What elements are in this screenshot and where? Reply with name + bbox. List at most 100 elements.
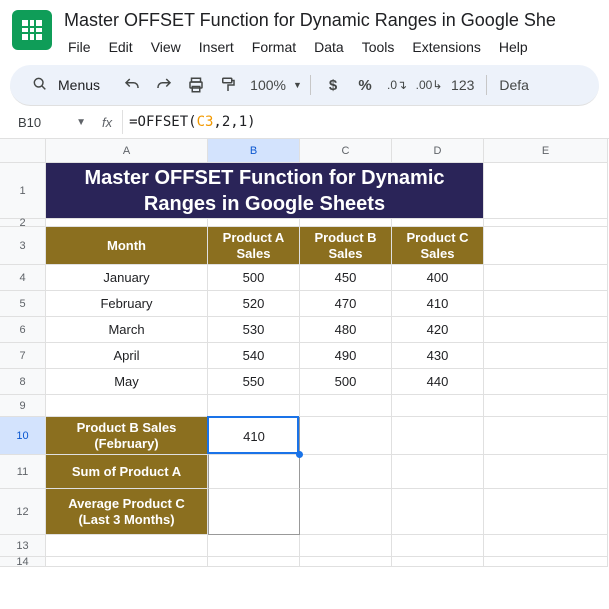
menu-format[interactable]: Format [244,35,304,59]
spreadsheet-grid[interactable]: ABCDE 1Master OFFSET Function for Dynami… [0,139,609,567]
row-header-1[interactable]: 1 [0,163,46,219]
row-header-6[interactable]: 6 [0,317,46,343]
cell-A9[interactable] [46,395,208,417]
cell-B13[interactable] [208,535,300,557]
menu-extensions[interactable]: Extensions [404,35,488,59]
row-header-10[interactable]: 10 [0,417,46,455]
cell-C9[interactable] [300,395,392,417]
cell-E13[interactable] [484,535,608,557]
menu-file[interactable]: File [60,35,99,59]
menu-data[interactable]: Data [306,35,352,59]
row-header-7[interactable]: 7 [0,343,46,369]
cell-A2[interactable] [46,219,208,227]
cell-B11[interactable] [208,455,300,489]
cell-C12[interactable] [300,489,392,535]
cell-E9[interactable] [484,395,608,417]
menu-insert[interactable]: Insert [191,35,242,59]
cell-A14[interactable] [46,557,208,567]
search-menus[interactable]: Menus [22,71,114,99]
cell-D12[interactable] [392,489,484,535]
cell-B4[interactable]: 500 [208,265,300,291]
cell-B9[interactable] [208,395,300,417]
col-header-C[interactable]: C [300,139,392,163]
col-header-B[interactable]: B [208,139,300,163]
cell-E12[interactable] [484,489,608,535]
cell-E5[interactable] [484,291,608,317]
cell-D9[interactable] [392,395,484,417]
menu-help[interactable]: Help [491,35,536,59]
row-header-5[interactable]: 5 [0,291,46,317]
cell-D2[interactable] [392,219,484,227]
row-header-14[interactable]: 14 [0,557,46,567]
row-header-13[interactable]: 13 [0,535,46,557]
cell-E14[interactable] [484,557,608,567]
select-all-corner[interactable] [0,139,46,163]
formula-bar[interactable]: =OFFSET(C3,2,1) [122,110,609,134]
row-header-11[interactable]: 11 [0,455,46,489]
cell-E8[interactable] [484,369,608,395]
cell-E7[interactable] [484,343,608,369]
cell-A13[interactable] [46,535,208,557]
header-C[interactable]: Product B Sales [300,227,392,265]
cell-D10[interactable] [392,417,484,455]
title-banner[interactable]: Master OFFSET Function for Dynamic Range… [46,163,484,219]
label-A10[interactable]: Product B Sales (February) [46,417,208,455]
menu-view[interactable]: View [143,35,189,59]
cell-E4[interactable] [484,265,608,291]
sheets-logo[interactable] [12,10,52,50]
cell-D13[interactable] [392,535,484,557]
cell-D5[interactable]: 410 [392,291,484,317]
cell-A4[interactable]: January [46,265,208,291]
cell-B6[interactable]: 530 [208,317,300,343]
cell-E10[interactable] [484,417,608,455]
menu-edit[interactable]: Edit [101,35,141,59]
redo-button[interactable] [150,71,178,99]
row-header-12[interactable]: 12 [0,489,46,535]
paint-format-button[interactable] [214,71,242,99]
cell-D4[interactable]: 400 [392,265,484,291]
cell-A5[interactable]: February [46,291,208,317]
percent-button[interactable]: % [351,71,379,99]
cell-E3[interactable] [484,227,608,265]
cell-B7[interactable]: 540 [208,343,300,369]
cell-E11[interactable] [484,455,608,489]
cell-A8[interactable]: May [46,369,208,395]
cell-B8[interactable]: 550 [208,369,300,395]
currency-button[interactable]: $ [319,71,347,99]
font-dropdown[interactable]: Defa [495,71,533,99]
header-B[interactable]: Product A Sales [208,227,300,265]
print-button[interactable] [182,71,210,99]
row-header-4[interactable]: 4 [0,265,46,291]
menu-tools[interactable]: Tools [354,35,403,59]
row-header-3[interactable]: 3 [0,227,46,265]
cell-C2[interactable] [300,219,392,227]
cell-D8[interactable]: 440 [392,369,484,395]
cell-D6[interactable]: 420 [392,317,484,343]
row-header-9[interactable]: 9 [0,395,46,417]
cell-C11[interactable] [300,455,392,489]
cell-C14[interactable] [300,557,392,567]
cell-B5[interactable]: 520 [208,291,300,317]
cell-C5[interactable]: 470 [300,291,392,317]
cell-C8[interactable]: 500 [300,369,392,395]
cell-B2[interactable] [208,219,300,227]
undo-button[interactable] [118,71,146,99]
cell-C13[interactable] [300,535,392,557]
cell-E6[interactable] [484,317,608,343]
more-formats-button[interactable]: 123 [447,71,478,99]
header-D[interactable]: Product C Sales [392,227,484,265]
cell-A6[interactable]: March [46,317,208,343]
header-A[interactable]: Month [46,227,208,265]
row-header-8[interactable]: 8 [0,369,46,395]
cell-C6[interactable]: 480 [300,317,392,343]
col-header-A[interactable]: A [46,139,208,163]
row-header-2[interactable]: 2 [0,219,46,227]
zoom-dropdown[interactable]: 100% ▼ [246,71,302,99]
label-A11[interactable]: Sum of Product A [46,455,208,489]
cell-D14[interactable] [392,557,484,567]
col-header-D[interactable]: D [392,139,484,163]
cell-D11[interactable] [392,455,484,489]
cell-D7[interactable]: 430 [392,343,484,369]
cell-B14[interactable] [208,557,300,567]
cell-B12[interactable] [208,489,300,535]
